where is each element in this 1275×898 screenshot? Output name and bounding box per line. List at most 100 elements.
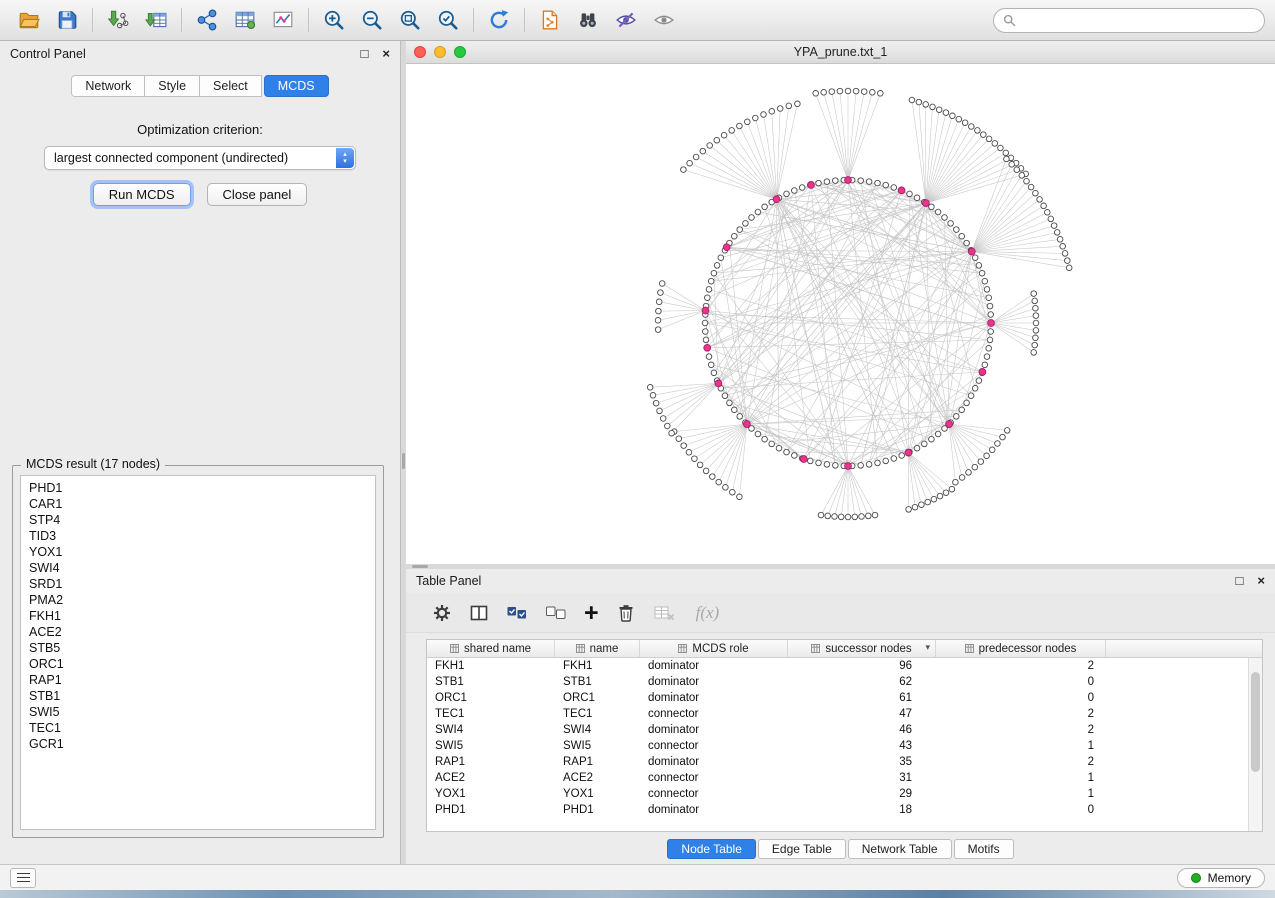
mcds-result-item[interactable]: STP4 xyxy=(29,512,375,528)
mcds-result-item[interactable]: STB5 xyxy=(29,640,375,656)
mcds-result-item[interactable]: FKH1 xyxy=(29,608,375,624)
column-sort-icon xyxy=(965,644,974,653)
mcds-result-item[interactable]: PMA2 xyxy=(29,592,375,608)
close-table-panel-icon[interactable]: × xyxy=(1257,574,1265,588)
table-row[interactable]: FKH1FKH1dominator962 xyxy=(427,658,1248,674)
table-row[interactable]: SWI5SWI5connector431 xyxy=(427,738,1248,754)
tab-node-table[interactable]: Node Table xyxy=(667,839,756,859)
table-row[interactable]: YOX1YOX1connector291 xyxy=(427,786,1248,802)
select-all-button[interactable] xyxy=(506,599,528,627)
column-header-MCDS-role[interactable]: MCDS role xyxy=(640,640,788,657)
table-row[interactable]: ACE2ACE2connector311 xyxy=(427,770,1248,786)
node-table: shared namenameMCDS rolesuccessor nodes▾… xyxy=(426,639,1263,832)
table-tabs: Node TableEdge TableNetwork TableMotifs xyxy=(406,839,1275,859)
run-mcds-button[interactable]: Run MCDS xyxy=(93,183,191,206)
table-row[interactable]: STB1STB1dominator620 xyxy=(427,674,1248,690)
close-panel-icon[interactable]: × xyxy=(382,47,390,61)
mcds-result-item[interactable]: ORC1 xyxy=(29,656,375,672)
find-button[interactable] xyxy=(569,4,607,36)
tab-network[interactable]: Network xyxy=(71,75,145,97)
mcds-result-item[interactable]: ACE2 xyxy=(29,624,375,640)
search-input[interactable] xyxy=(1022,13,1255,27)
network-share-icon xyxy=(196,9,218,31)
zoom-fit-button[interactable] xyxy=(391,4,429,36)
status-menu-button[interactable] xyxy=(10,868,36,888)
table-row[interactable]: RAP1RAP1dominator352 xyxy=(427,754,1248,770)
criterion-dropdown[interactable]: largest connected component (undirected)… xyxy=(44,146,356,170)
table-cell: FKH1 xyxy=(555,658,640,674)
mcds-result-item[interactable]: SRD1 xyxy=(29,576,375,592)
table-cell: dominator xyxy=(640,754,788,770)
column-header-shared-name[interactable]: shared name xyxy=(427,640,555,657)
tab-edge-table[interactable]: Edge Table xyxy=(758,839,846,859)
table-settings-button[interactable] xyxy=(432,599,452,627)
column-header-predecessor-nodes[interactable]: predecessor nodes xyxy=(936,640,1106,657)
new-network-button[interactable] xyxy=(188,4,226,36)
memory-status-icon xyxy=(1191,873,1201,883)
network-canvas[interactable] xyxy=(406,64,1275,564)
mcds-result-item[interactable]: PHD1 xyxy=(29,480,375,496)
tab-style[interactable]: Style xyxy=(145,75,200,97)
search-icon xyxy=(1003,14,1016,27)
network-graph[interactable] xyxy=(406,64,1275,564)
mcds-result-item[interactable]: RAP1 xyxy=(29,672,375,688)
refresh-layout-button[interactable] xyxy=(480,4,518,36)
save-session-button[interactable] xyxy=(48,4,86,36)
tab-motifs[interactable]: Motifs xyxy=(954,839,1014,859)
search-box[interactable] xyxy=(993,8,1265,33)
table-row[interactable]: PHD1PHD1dominator180 xyxy=(427,802,1248,818)
table-row[interactable]: TEC1TEC1connector472 xyxy=(427,706,1248,722)
scrollbar-thumb[interactable] xyxy=(1251,672,1260,772)
tab-mcds[interactable]: MCDS xyxy=(264,75,329,97)
mcds-result-item[interactable]: SWI4 xyxy=(29,560,375,576)
table-scrollbar[interactable] xyxy=(1248,658,1262,831)
float-table-panel-icon[interactable]: □ xyxy=(1236,574,1244,588)
mcds-result-item[interactable]: CAR1 xyxy=(29,496,375,512)
hide-elements-button[interactable] xyxy=(607,4,645,36)
mcds-result-item[interactable]: SWI5 xyxy=(29,704,375,720)
deselect-all-button[interactable] xyxy=(545,599,567,627)
copy-document-icon xyxy=(539,9,561,31)
tab-select[interactable]: Select xyxy=(200,75,262,97)
column-header-successor-nodes[interactable]: successor nodes▾ xyxy=(788,640,936,657)
column-header-name[interactable]: name xyxy=(555,640,640,657)
mcds-result-item[interactable]: TEC1 xyxy=(29,720,375,736)
window-close-button[interactable] xyxy=(414,46,426,58)
show-elements-button[interactable] xyxy=(645,4,683,36)
table-panel-title: Table Panel xyxy=(416,574,481,588)
delete-column-button[interactable] xyxy=(616,599,636,627)
zoom-in-icon xyxy=(323,9,345,31)
close-panel-button[interactable]: Close panel xyxy=(207,183,308,206)
window-maximize-button[interactable] xyxy=(454,46,466,58)
zoom-in-button[interactable] xyxy=(315,4,353,36)
table-row[interactable]: SWI4SWI4dominator462 xyxy=(427,722,1248,738)
eye-slash-icon xyxy=(615,9,637,31)
mcds-result-item[interactable]: GCR1 xyxy=(29,736,375,752)
zoom-out-button[interactable] xyxy=(353,4,391,36)
float-panel-icon[interactable]: □ xyxy=(361,47,369,61)
table-cell: ORC1 xyxy=(427,690,555,706)
table-cell: connector xyxy=(640,738,788,754)
mcds-result-item[interactable]: TID3 xyxy=(29,528,375,544)
show-columns-button[interactable] xyxy=(469,599,489,627)
mcds-result-item[interactable]: STB1 xyxy=(29,688,375,704)
table-cell: dominator xyxy=(640,658,788,674)
add-column-button[interactable]: + xyxy=(584,599,599,627)
mcds-result-item[interactable]: YOX1 xyxy=(29,544,375,560)
open-folder-button[interactable] xyxy=(10,4,48,36)
table-row[interactable]: ORC1ORC1dominator610 xyxy=(427,690,1248,706)
network-table-button[interactable] xyxy=(226,4,264,36)
function-builder-button: f(x) xyxy=(692,599,720,627)
memory-button[interactable]: Memory xyxy=(1177,868,1265,888)
import-network-button[interactable] xyxy=(99,4,137,36)
table-toolbar: + f(x) xyxy=(406,593,1275,633)
network-image-button[interactable] xyxy=(264,4,302,36)
copy-document-button[interactable] xyxy=(531,4,569,36)
splitter-grip xyxy=(402,453,405,469)
desktop-background xyxy=(0,890,1275,898)
open-folder-icon xyxy=(18,9,40,31)
import-table-button[interactable] xyxy=(137,4,175,36)
tab-network-table[interactable]: Network Table xyxy=(848,839,952,859)
window-minimize-button[interactable] xyxy=(434,46,446,58)
zoom-selected-button[interactable] xyxy=(429,4,467,36)
